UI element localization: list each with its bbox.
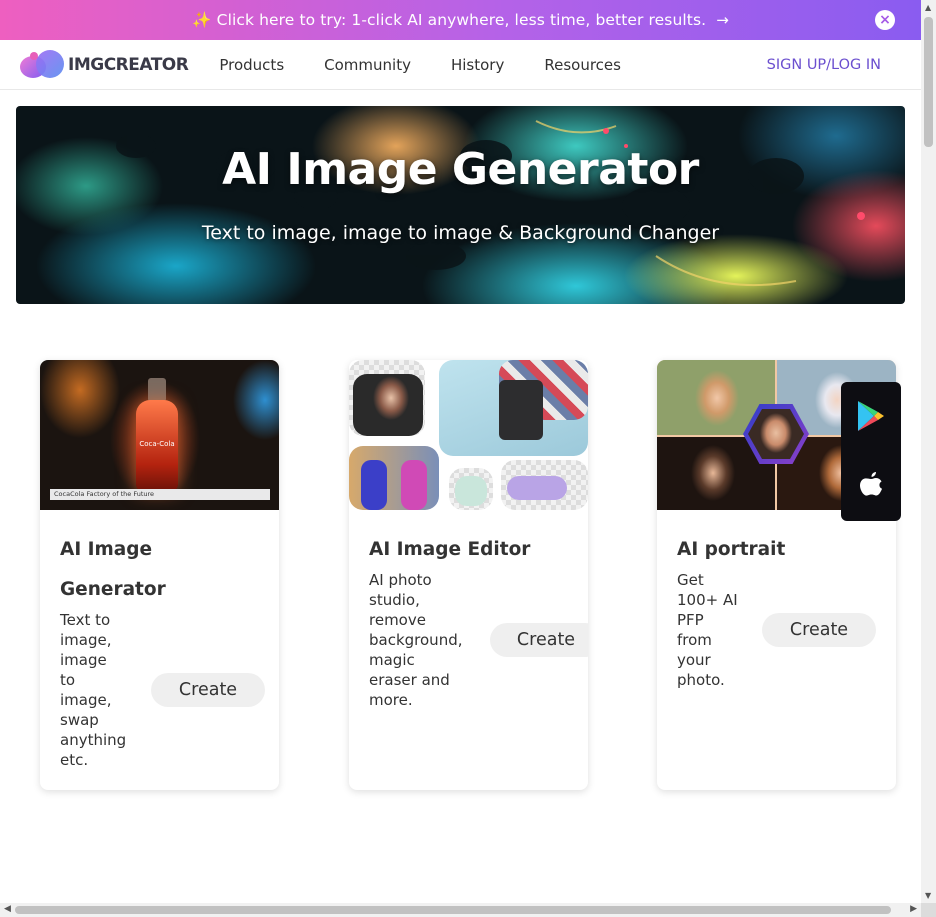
desc-line: remove — [369, 611, 426, 629]
card-description: Get 100+ AI PFP from your photo. — [677, 570, 747, 690]
create-button[interactable]: Create — [762, 613, 876, 647]
scrollbar-corner — [921, 903, 936, 917]
vertical-scrollbar[interactable]: ▲ ▼ — [921, 0, 936, 903]
logo-mark-icon — [20, 49, 64, 80]
desc-line: image, — [60, 691, 112, 709]
logo[interactable]: IMGCREATOR — [20, 49, 189, 80]
card-body: AI Image Editor AI photo studio, remove … — [369, 530, 574, 710]
card-title-line1: AI Image — [60, 539, 153, 560]
arrow-right-icon: → — [716, 11, 729, 29]
desc-line: Text to — [60, 611, 111, 629]
horizontal-scroll-thumb[interactable] — [15, 906, 891, 914]
card-title: AI portrait — [677, 539, 786, 560]
hero-background-art — [116, 120, 865, 287]
promo-text[interactable]: ✨ Click here to try: 1-click AI anywhere… — [192, 11, 706, 29]
desc-line: image, — [60, 631, 112, 649]
nav-links: Products Community History Resources — [219, 56, 661, 74]
create-button[interactable]: Create — [490, 623, 588, 657]
hero-subtitle: Text to image, image to image & Backgrou… — [201, 222, 720, 244]
nav-link-resources[interactable]: Resources — [544, 56, 621, 74]
google-play-icon[interactable] — [856, 400, 886, 432]
card-ai-image-editor[interactable]: AI Image Editor AI photo studio, remove … — [349, 360, 588, 790]
nav-link-products[interactable]: Products — [219, 56, 284, 74]
desc-line: swap — [60, 711, 99, 729]
card-image-coca-cola-factory: Coca-Cola CocaCola Factory of the Future — [40, 360, 279, 510]
app-download-widget — [841, 382, 901, 521]
create-button[interactable]: Create — [151, 673, 265, 707]
top-nav: IMGCREATOR Products Community History Re… — [0, 40, 921, 90]
nav-link-community[interactable]: Community — [324, 56, 411, 74]
nav-link-history[interactable]: History — [451, 56, 504, 74]
desc-line: etc. — [60, 751, 89, 769]
desc-line: background, — [369, 631, 463, 649]
scroll-down-icon[interactable]: ▼ — [925, 891, 931, 900]
card-title: AI Image Generator — [60, 530, 265, 610]
card-ai-image-generator[interactable]: Coca-Cola CocaCola Factory of the Future… — [40, 360, 279, 790]
hero-title: AI Image Generator — [222, 144, 699, 195]
desc-line: 100+ AI — [677, 591, 738, 609]
hero-banner: AI Image Generator Text to image, image … — [16, 106, 905, 304]
horizontal-scrollbar[interactable]: ◀ ▶ — [0, 903, 921, 917]
card-image-editor-collage — [349, 360, 588, 510]
card-description: Text to image, image to image, swap anyt… — [60, 610, 140, 770]
card-body: AI portrait Get 100+ AI PFP from your ph… — [677, 530, 882, 690]
desc-line: studio, — [369, 591, 420, 609]
desc-line: image — [60, 651, 107, 669]
scroll-up-icon[interactable]: ▲ — [925, 3, 931, 12]
desc-line: to — [60, 671, 76, 689]
close-icon[interactable]: × — [875, 10, 895, 30]
card-title: AI Image Editor — [369, 539, 531, 560]
logo-text: IMGCREATOR — [68, 54, 189, 75]
desc-line: from — [677, 631, 712, 649]
promo-banner[interactable]: ✨ Click here to try: 1-click AI anywhere… — [0, 0, 921, 40]
card-description: AI photo studio, remove background, magi… — [369, 570, 484, 710]
desc-line: Get — [677, 571, 704, 589]
desc-line: anything — [60, 731, 127, 749]
vertical-scroll-thumb[interactable] — [924, 17, 933, 147]
desc-line: eraser and — [369, 671, 450, 689]
apple-icon[interactable] — [857, 468, 885, 500]
image-caption: CocaCola Factory of the Future — [50, 489, 270, 500]
card-body: AI Image Generator Text to image, image … — [60, 530, 265, 770]
bottle-label: Coca-Cola — [139, 440, 175, 448]
scroll-left-icon[interactable]: ◀ — [4, 904, 11, 914]
signup-login-link[interactable]: SIGN UP/LOG IN — [767, 57, 881, 73]
desc-line: more. — [369, 691, 413, 709]
scroll-right-icon[interactable]: ▶ — [910, 904, 917, 914]
desc-line: your — [677, 651, 711, 669]
desc-line: PFP — [677, 611, 704, 629]
desc-line: photo. — [677, 671, 725, 689]
card-title-line2: Generator — [60, 579, 166, 600]
desc-line: magic — [369, 651, 415, 669]
desc-line: AI photo — [369, 571, 432, 589]
